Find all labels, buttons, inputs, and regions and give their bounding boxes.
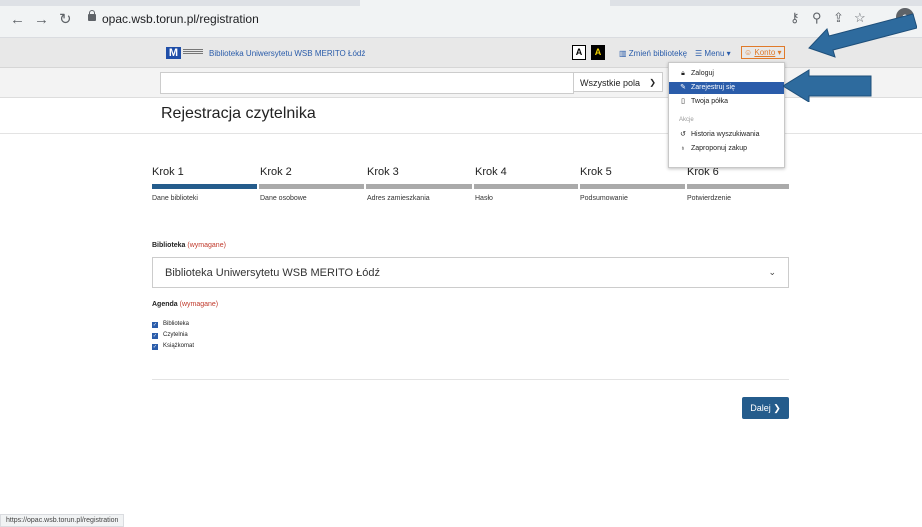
step-5-progress — [580, 184, 685, 189]
active-tab[interactable] — [360, 0, 610, 6]
next-button[interactable]: Dalej ❯ — [742, 397, 789, 419]
account-button[interactable]: ☺ Konto ▾ — [741, 46, 785, 59]
reload-icon[interactable]: ↻ — [59, 12, 72, 28]
chevron-down-icon: ⌄ — [768, 267, 776, 277]
agenda-option-label: Biblioteka — [163, 321, 190, 327]
step-1-title: Krok 1 — [152, 166, 184, 178]
user-icon: ☺ — [744, 48, 755, 57]
menu-item-label: Zaproponuj zakup — [691, 145, 748, 152]
menu-item-label: Twoja półka — [691, 98, 728, 105]
agenda-field-label: Agenda (wymagane) — [152, 301, 218, 308]
menu-label: Menu — [704, 49, 725, 58]
step-4-progress — [474, 184, 578, 189]
library-name-link[interactable]: Biblioteka Uniwersytetu WSB MERITO Łódź — [209, 49, 365, 58]
library-icon: ▥ — [619, 49, 629, 58]
form-divider — [152, 379, 789, 380]
menu-item-register[interactable]: ✎ Zarejestruj się — [669, 82, 784, 94]
page-title: Rejestracja czytelnika — [161, 105, 316, 122]
step-6-progress — [687, 184, 789, 189]
checkbox-checked-icon[interactable]: ✓ — [152, 322, 158, 328]
hamburger-icon: ☰ — [695, 49, 705, 58]
step-2-title: Krok 2 — [260, 166, 292, 178]
step-2-progress — [259, 184, 364, 189]
checkbox-checked-icon[interactable]: ✓ — [152, 333, 158, 339]
next-button-label: Dalej — [750, 403, 771, 413]
menu-item-label: Historia wyszukiwania — [691, 131, 760, 138]
change-library-link[interactable]: ▥ Zmień bibliotekę — [619, 49, 687, 58]
search-field-value: Wszystkie pola — [580, 78, 641, 88]
history-icon: ↺ — [680, 131, 686, 138]
address-bar[interactable]: opac.wsb.torun.pl/registration — [88, 9, 783, 31]
annotation-arrow-account — [808, 13, 917, 58]
lock-icon — [88, 10, 96, 21]
menu-item-login[interactable]: 🔒︎ Zaloguj — [669, 68, 784, 80]
url-text: opac.wsb.torun.pl/registration — [102, 12, 259, 26]
library-field-label: Biblioteka (wymagane) — [152, 242, 226, 249]
checkbox-checked-icon[interactable]: ✓ — [152, 344, 158, 350]
step-3-progress — [366, 184, 472, 189]
step-1-progress — [152, 184, 257, 189]
step-1-label: Dane biblioteki — [152, 195, 198, 202]
tab-strip — [0, 0, 922, 6]
key-icon[interactable]: ⚷ — [790, 10, 800, 26]
account-dropdown: 🔒︎ Zaloguj ✎ Zarejestruj się ▯ Twoja półka … — [668, 62, 785, 168]
logo-wordmark — [183, 48, 203, 57]
step-4-label: Hasło — [475, 195, 493, 202]
forward-arrow-icon[interactable]: → — [34, 12, 49, 28]
menu-item-label: Zarejestruj się — [691, 84, 735, 91]
step-4-title: Krok 4 — [475, 166, 507, 178]
menu-item-label: Zaloguj — [691, 70, 714, 77]
menu-item-shelf[interactable]: ▯ Twoja półka — [669, 96, 784, 108]
contrast-normal-button[interactable]: A — [572, 45, 586, 60]
required-marker: (wymagane) — [187, 242, 226, 249]
account-label: Konto — [754, 48, 776, 57]
agenda-option-label: Książkomat — [163, 343, 195, 349]
menu-section-label: Akcje — [679, 117, 694, 123]
step-5-label: Podsumowanie — [580, 195, 628, 202]
menu-item-history[interactable]: ↺ Historia wyszukiwania — [669, 129, 784, 141]
merito-logo-icon[interactable]: M — [166, 47, 181, 59]
status-bar-url: https://opac.wsb.torun.pl/registration — [0, 514, 125, 527]
step-6-label: Potwierdzenie — [687, 195, 731, 202]
annotation-arrow-register — [783, 69, 872, 102]
back-arrow-icon[interactable]: ← — [10, 12, 25, 28]
search-field-select[interactable]: Wszystkie pola ❯ — [573, 72, 663, 92]
chevron-right-icon: ❯ — [773, 403, 781, 413]
library-select[interactable]: Biblioteka Uniwersytetu WSB MERITO Łódź … — [152, 257, 789, 288]
step-2-label: Dane osobowe — [260, 195, 307, 202]
lightbulb-icon: ♁ — [680, 145, 686, 152]
library-select-value: Biblioteka Uniwersytetu WSB MERITO Łódź — [165, 267, 380, 279]
menu-button[interactable]: ☰ Menu ▾ — [695, 49, 731, 58]
change-library-label: Zmień bibliotekę — [628, 49, 688, 58]
chevron-down-icon: ❯ — [649, 78, 656, 87]
step-3-label: Adres zamieszkania — [367, 195, 430, 202]
required-marker: (wymagane) — [179, 301, 219, 308]
lock-icon: 🔒︎ — [681, 70, 685, 77]
search-input[interactable] — [160, 72, 574, 94]
step-3-title: Krok 3 — [367, 166, 399, 178]
step-5-title: Krok 5 — [580, 166, 612, 178]
agenda-option-label: Czytelnia — [163, 332, 188, 338]
contrast-high-button[interactable]: A — [591, 45, 605, 60]
agenda-label-text: Agenda — [152, 301, 178, 308]
bookmark-icon: ▯ — [681, 98, 685, 105]
library-label-text: Biblioteka — [152, 242, 186, 249]
edit-icon: ✎ — [680, 84, 686, 91]
menu-item-suggest[interactable]: ♁ Zaproponuj zakup — [669, 143, 784, 155]
